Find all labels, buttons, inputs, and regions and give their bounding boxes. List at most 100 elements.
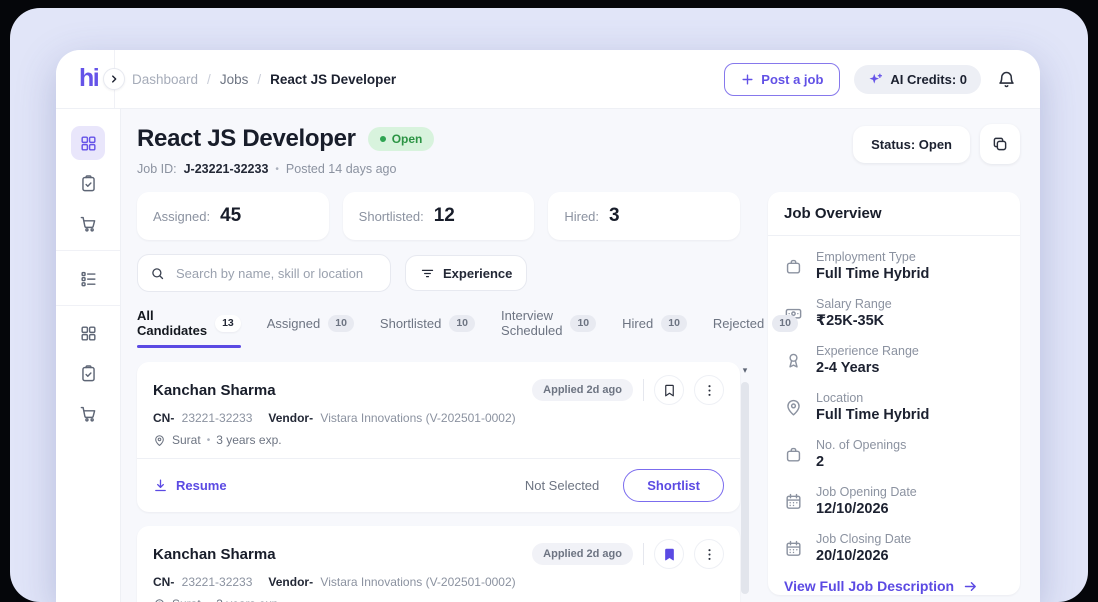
overview-item-label: Location bbox=[816, 391, 929, 405]
overview-item-value: 2 bbox=[816, 454, 906, 470]
sidebar-item-cart[interactable] bbox=[71, 206, 105, 240]
tab-interview-scheduled[interactable]: Interview Scheduled 10 bbox=[501, 308, 596, 340]
tab-label: All Candidates bbox=[137, 308, 207, 338]
candidate-vendor: Vendor- Vistara Innovations (V-202501-00… bbox=[268, 411, 515, 425]
bookmark-button[interactable] bbox=[654, 375, 684, 405]
sidebar-group bbox=[56, 120, 120, 246]
tab-shortlisted[interactable]: Shortlisted10 bbox=[380, 315, 475, 334]
status-open-button[interactable]: Status: Open bbox=[853, 126, 970, 163]
stat-label: Shortlisted: bbox=[359, 209, 424, 224]
job-overview-card: Job Overview Employment TypeFull Time Hy… bbox=[768, 192, 1020, 595]
tab-rejected[interactable]: Rejected10 bbox=[713, 315, 798, 334]
job-overview-item: No. of Openings2 bbox=[784, 438, 1004, 470]
tab-label: Shortlisted bbox=[380, 316, 441, 331]
top-bar: hi Dashboard / Jobs / React JS Developer… bbox=[56, 50, 1040, 109]
ai-credits-badge[interactable]: AI Credits: 0 bbox=[854, 65, 981, 94]
bookmark-button[interactable] bbox=[654, 539, 684, 569]
candidate-list: Kanchan SharmaApplied 2d agoCN- 23221-32… bbox=[137, 362, 740, 602]
download-icon bbox=[153, 478, 168, 493]
job-overview-column: Job Overview Employment TypeFull Time Hy… bbox=[768, 192, 1020, 602]
job-overview-title: Job Overview bbox=[768, 192, 1020, 236]
overview-item-value: 20/10/2026 bbox=[816, 548, 911, 564]
scrollbar-thumb[interactable] bbox=[741, 382, 749, 594]
resume-download-link[interactable]: Resume bbox=[153, 478, 227, 493]
copy-job-button[interactable] bbox=[980, 124, 1020, 164]
view-full-job-description-link[interactable]: View Full Job Description bbox=[768, 568, 1020, 595]
ai-credits-label: AI Credits: 0 bbox=[890, 72, 967, 87]
breadcrumb-dashboard[interactable]: Dashboard bbox=[132, 72, 198, 87]
grid-icon bbox=[79, 324, 98, 343]
sidebar-item-list-check[interactable] bbox=[71, 261, 105, 295]
kebab-icon bbox=[702, 383, 717, 398]
job-overview-item: Employment TypeFull Time Hybrid bbox=[784, 250, 1004, 282]
candidate-list-wrap: Kanchan SharmaApplied 2d agoCN- 23221-32… bbox=[137, 362, 740, 602]
experience-filter-button[interactable]: Experience bbox=[405, 255, 527, 291]
stat-value: 12 bbox=[434, 205, 455, 227]
breadcrumb-separator: / bbox=[207, 72, 211, 87]
sidebar-item-clipboard-check[interactable] bbox=[71, 356, 105, 390]
cn-label: CN- bbox=[153, 411, 174, 425]
cart-icon bbox=[79, 214, 98, 233]
shortlist-button[interactable]: Shortlist bbox=[623, 469, 724, 502]
overview-item-label: Job Opening Date bbox=[816, 485, 917, 499]
main-content: React JS Developer Open Job ID: J-23221-… bbox=[121, 108, 1040, 602]
stat-card: Assigned:45 bbox=[137, 192, 329, 240]
sidebar-group bbox=[56, 255, 120, 301]
candidate-name: Kanchan Sharma bbox=[153, 546, 276, 563]
copy-icon bbox=[991, 135, 1009, 153]
bell-icon bbox=[997, 70, 1016, 89]
post-a-job-button[interactable]: Post a job bbox=[724, 63, 840, 96]
vendor-label: Vendor- bbox=[268, 575, 313, 589]
tab-assigned[interactable]: Assigned10 bbox=[267, 315, 354, 334]
job-id-label: Job ID: bbox=[137, 162, 177, 176]
search-box[interactable] bbox=[137, 254, 391, 292]
overview-item-value: Full Time Hybrid bbox=[816, 407, 929, 423]
grid-icon bbox=[79, 134, 98, 153]
notifications-button[interactable] bbox=[995, 68, 1018, 91]
briefcase-icon bbox=[784, 257, 803, 276]
job-overview-item: Job Opening Date12/10/2026 bbox=[784, 485, 1004, 517]
sidebar-item-grid[interactable] bbox=[71, 126, 105, 160]
briefcase-icon bbox=[784, 445, 803, 464]
location-pin-icon bbox=[153, 598, 166, 602]
sidebar-item-grid[interactable] bbox=[71, 316, 105, 350]
breadcrumb-jobs[interactable]: Jobs bbox=[220, 72, 249, 87]
cn-label: CN- bbox=[153, 575, 174, 589]
scrollbar[interactable]: ▾ bbox=[740, 364, 750, 594]
candidate-number: CN- 23221-32233 bbox=[153, 411, 252, 425]
tab-count-badge: 10 bbox=[570, 315, 596, 332]
tab-all-candidates[interactable]: All Candidates 13 bbox=[137, 308, 241, 340]
more-options-button[interactable] bbox=[694, 375, 724, 405]
tab-label: Interview Scheduled bbox=[501, 308, 562, 338]
status-dot bbox=[380, 136, 386, 142]
status-badge-label: Open bbox=[392, 132, 423, 146]
job-overview-item: Experience Range2-4 Years bbox=[784, 344, 1004, 376]
sidebar-group bbox=[56, 310, 120, 436]
app-logo: hi bbox=[79, 63, 98, 93]
candidate-experience: 3 years exp. bbox=[216, 597, 281, 602]
tab-count-badge: 10 bbox=[328, 315, 354, 332]
overview-item-value: ₹25K-35K bbox=[816, 313, 892, 329]
search-input[interactable] bbox=[174, 265, 378, 282]
tab-count-badge: 10 bbox=[772, 315, 798, 332]
sidebar-item-cart[interactable] bbox=[71, 396, 105, 430]
overview-item-label: Job Closing Date bbox=[816, 532, 911, 546]
sidebar-item-clipboard-check[interactable] bbox=[71, 166, 105, 200]
app-window: hi Dashboard / Jobs / React JS Developer… bbox=[56, 50, 1040, 602]
clipboard-check-icon bbox=[79, 364, 98, 383]
experience-filter-label: Experience bbox=[443, 266, 512, 281]
more-options-button[interactable] bbox=[694, 539, 724, 569]
sidebar-expand-button[interactable] bbox=[103, 68, 125, 90]
dot-separator: • bbox=[207, 599, 211, 602]
job-id-line: Job ID: J-23221-32233 • Posted 14 days a… bbox=[137, 162, 434, 176]
candidate-location: Surat bbox=[172, 433, 201, 447]
tab-count-badge: 13 bbox=[215, 315, 241, 332]
tab-hired[interactable]: Hired10 bbox=[622, 315, 687, 334]
calendar-icon bbox=[784, 492, 803, 511]
candidate-card: Kanchan SharmaApplied 2d agoCN- 23221-32… bbox=[137, 362, 740, 512]
job-overview-item: Job Closing Date 20/10/2026 bbox=[784, 532, 1004, 564]
left-sidebar bbox=[56, 108, 121, 602]
scroll-arrow-icon[interactable]: ▾ bbox=[740, 366, 750, 375]
arrow-right-icon bbox=[963, 579, 978, 594]
chevron-right-icon bbox=[109, 74, 119, 84]
